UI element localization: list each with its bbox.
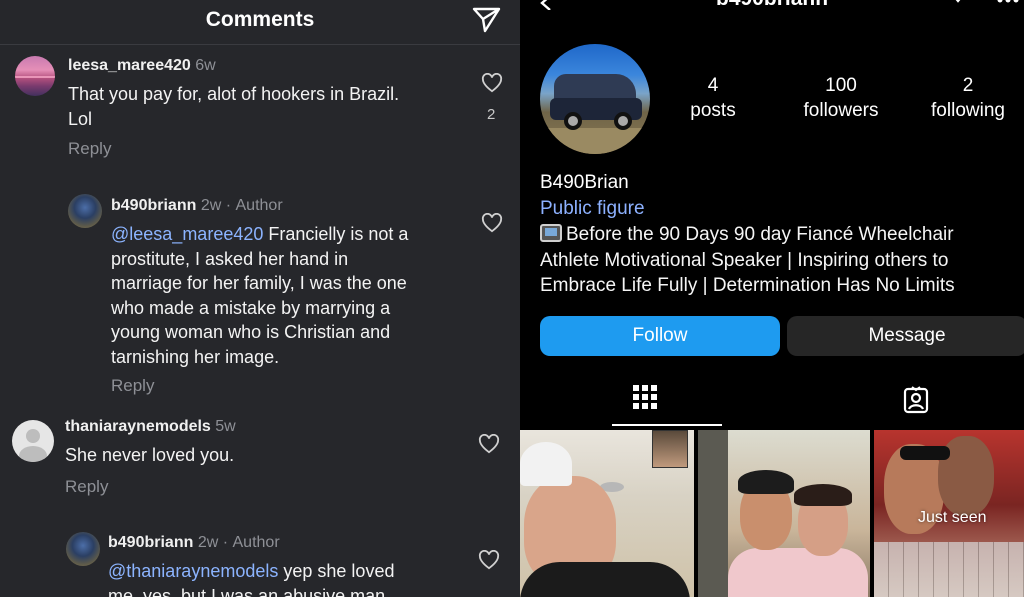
comment-text: @thaniaraynemodels yep she loved me, yes…: [108, 561, 395, 597]
more-icon[interactable]: [996, 0, 1020, 4]
comments-panel: Comments leesa_maree420 6w That you pay …: [0, 0, 520, 597]
comment-username[interactable]: b490briann 2w · Author: [111, 197, 283, 215]
heart-icon[interactable]: [478, 550, 500, 570]
just-seen-label: Just seen: [918, 509, 987, 526]
comment-time: 6w: [195, 57, 216, 74]
follow-button[interactable]: Follow: [540, 316, 780, 356]
avatar[interactable]: [12, 420, 54, 462]
profile-handle: b490briann: [716, 0, 828, 11]
post-thumbnail[interactable]: Just seen: [874, 430, 1024, 597]
comments-header: Comments: [0, 0, 520, 44]
avatar[interactable]: [68, 194, 102, 228]
stat-followers[interactable]: 100 followers: [790, 74, 892, 124]
comment-username[interactable]: leesa_maree420 6w: [68, 57, 216, 75]
heart-icon[interactable]: [481, 73, 503, 93]
profile-picture[interactable]: [540, 44, 650, 154]
comment-text: That you pay for, alot of hookers in Bra…: [68, 84, 400, 129]
reply-button[interactable]: Reply: [111, 376, 154, 396]
author-badge: Author: [235, 197, 283, 214]
stat-posts[interactable]: 4 posts: [668, 74, 758, 124]
reply-button[interactable]: Reply: [65, 477, 108, 497]
grid-icon[interactable]: [632, 384, 658, 410]
stat-following[interactable]: 2 following: [918, 74, 1018, 124]
comments-title: Comments: [205, 8, 315, 31]
back-icon[interactable]: [538, 0, 554, 10]
chevron-down-icon[interactable]: [950, 0, 966, 6]
post-thumbnail[interactable]: [520, 430, 694, 597]
message-button[interactable]: Message: [787, 316, 1024, 356]
profile-bio: Before the 90 Days 90 day Fiancé Wheelch…: [540, 224, 955, 296]
send-icon[interactable]: [470, 6, 502, 34]
comment-time: 2w: [197, 534, 219, 551]
author-badge: Author: [232, 534, 280, 551]
tv-icon: [540, 224, 562, 242]
comment-text: @leesa_maree420 Francielly is not a pros…: [111, 224, 409, 367]
avatar[interactable]: [66, 532, 100, 566]
header-divider: [0, 44, 520, 45]
comment-time: 2w: [200, 197, 222, 214]
active-tab-indicator: [612, 424, 722, 426]
avatar[interactable]: [15, 56, 55, 96]
tagged-icon[interactable]: [902, 386, 930, 414]
comment-text: She never loved you.: [65, 445, 235, 465]
profile-category: Public figure: [540, 198, 645, 219]
comment-username[interactable]: thaniaraynemodels 5w: [65, 418, 236, 436]
profile-panel: b490briann 4 posts 100 followers 2 follo…: [520, 0, 1024, 597]
reply-button[interactable]: Reply: [68, 139, 111, 159]
comment-time: 5w: [215, 418, 236, 435]
mention-link[interactable]: @leesa_maree420: [111, 224, 263, 244]
heart-icon[interactable]: [478, 434, 500, 454]
like-count: 2: [487, 106, 496, 123]
heart-icon[interactable]: [481, 213, 503, 233]
comment-username[interactable]: b490briann 2w · Author: [108, 534, 280, 552]
mention-link[interactable]: @thaniaraynemodels: [108, 561, 278, 581]
display-name: B490Brian: [540, 172, 629, 193]
post-thumbnail[interactable]: [698, 430, 870, 597]
